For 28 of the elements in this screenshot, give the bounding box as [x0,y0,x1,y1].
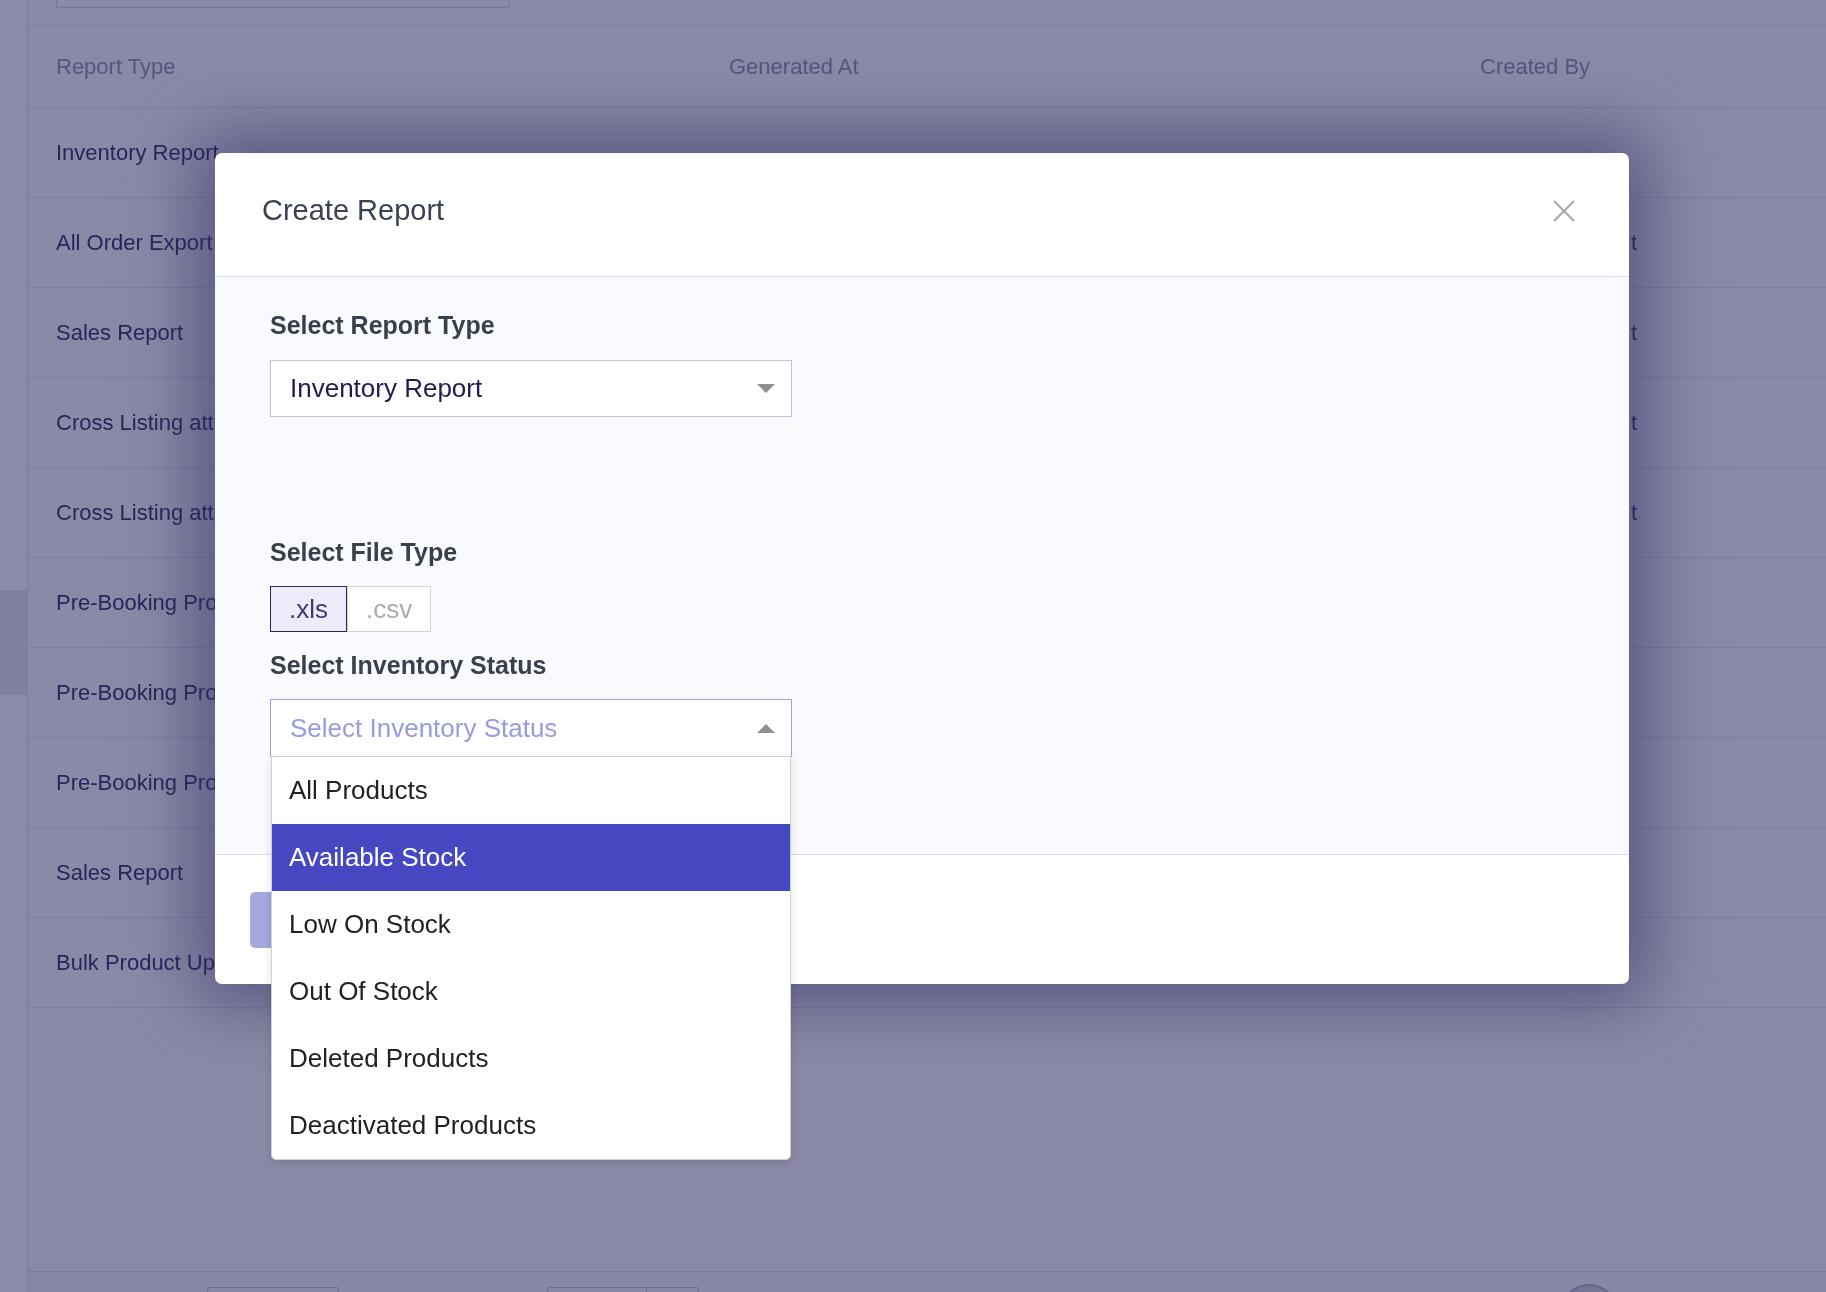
report-type-select[interactable]: Inventory Report [270,360,792,417]
field-label: Select File Type [270,538,458,566]
field-label: Select Inventory Status [270,651,547,679]
dialog-title: Create Report [262,192,445,228]
table-cell-text: Cross Listing att [56,409,214,437]
table-cell-text: t [1631,409,1638,437]
dropdown-option[interactable]: Low On Stock [272,891,790,958]
table-cell-text: t [1631,499,1638,527]
table-cell-text: Inventory Report [56,139,219,167]
pagination-control[interactable] [207,1287,339,1292]
dropdown-option[interactable]: All Products [272,757,790,824]
dropdown-option[interactable]: Available Stock [272,824,790,891]
dropdown-option[interactable]: Deleted Products [272,1025,790,1092]
dropdown-option[interactable]: Out Of Stock [272,958,790,1025]
pagination-control[interactable] [647,1287,699,1292]
file-type-toggle[interactable]: .xls [270,586,347,632]
table-cell-text: Bulk Product Up [56,949,215,977]
table-cell-text: Sales Report [56,319,184,347]
footer-button[interactable] [250,892,272,948]
table-cell-text: Sales Report [56,859,184,887]
table-cell-text: All Order Export [56,229,213,257]
close-icon[interactable] [1553,199,1575,222]
field-label: Select Report Type [270,311,495,339]
table-cell-text: t [1631,229,1638,257]
table-cell-text: Cross Listing att [56,499,214,527]
pagination-control[interactable] [547,1287,647,1292]
dropdown-option[interactable]: Deactivated Products [272,1092,790,1159]
table-cell-text: t [1631,319,1638,347]
